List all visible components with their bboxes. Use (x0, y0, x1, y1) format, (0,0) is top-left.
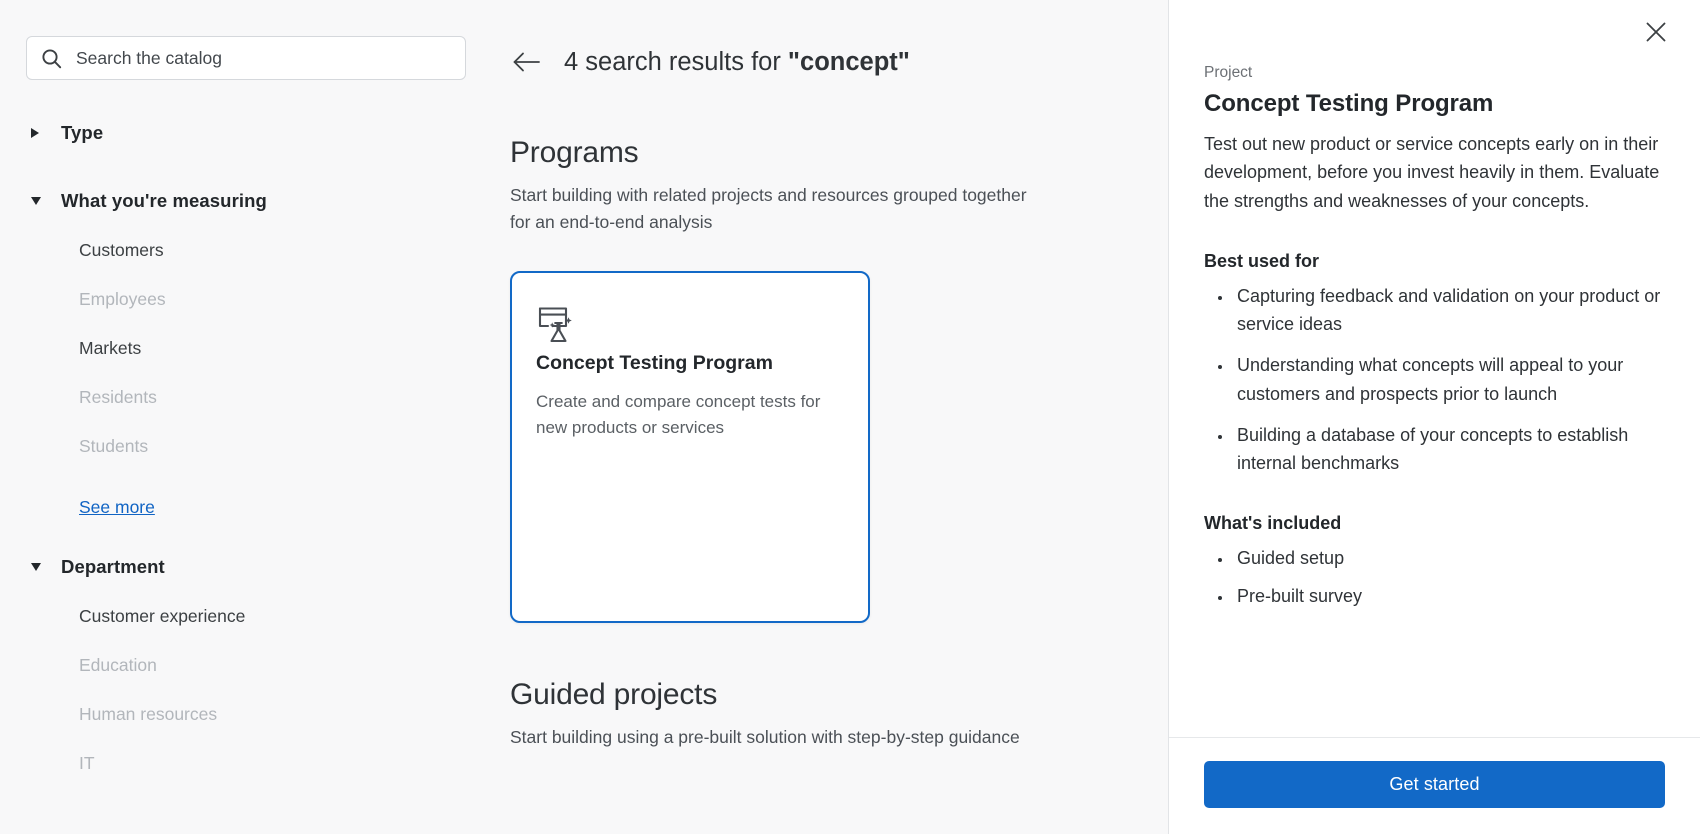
panel-best-used-for-heading: Best used for (1204, 250, 1320, 271)
facet-title-type: Type (61, 122, 104, 143)
caret-down-icon (31, 563, 53, 571)
search-icon (41, 48, 62, 69)
results-title-text: 4 search results for (564, 47, 788, 76)
search-input[interactable] (76, 47, 451, 69)
facet-header-type[interactable]: Type (26, 118, 456, 148)
facet-title-what-youre-measuring: What you're measuring (61, 190, 267, 211)
panel-title: Concept Testing Program (1204, 90, 1494, 117)
facet-header-what-youre-measuring[interactable]: What you're measuring (26, 186, 456, 216)
list-item: Guided setup (1233, 544, 1666, 572)
facet-option-human-resources[interactable]: Human resources (26, 690, 456, 739)
section-title-programs: Programs (510, 136, 639, 169)
facet-option-markets[interactable]: Markets (26, 324, 456, 373)
get-started-button[interactable]: Get started (1204, 761, 1665, 808)
facet-options-what-youre-measuring: Customers Employees Markets Residents St… (26, 226, 456, 471)
list-item: Capturing feedback and validation on you… (1233, 282, 1666, 339)
filters-sidebar: Type What you're measuring Customers Emp… (0, 0, 482, 834)
list-item: Building a database of your concepts to … (1233, 421, 1666, 478)
search-results-main: 4 search results for "concept" Programs … (482, 0, 1168, 834)
facet-option-it[interactable]: IT (26, 739, 456, 788)
arrow-left-icon[interactable] (510, 45, 544, 79)
program-card-title: Concept Testing Program (536, 351, 773, 374)
caret-right-icon (31, 128, 53, 138)
panel-included-heading: What's included (1204, 513, 1342, 534)
list-item: Understanding what concepts will appeal … (1233, 351, 1666, 408)
section-title-guided-projects: Guided projects (510, 677, 718, 711)
facet-option-students[interactable]: Students (26, 422, 456, 471)
caret-down-icon (31, 197, 53, 205)
program-card-concept-testing-program[interactable]: Concept Testing Program Create and compa… (510, 270, 870, 623)
facet-list: Type What you're measuring Customers Emp… (26, 118, 456, 788)
section-subtitle-programs: Start building with related projects and… (510, 185, 1027, 233)
panel-description: Test out new product or service concepts… (1204, 134, 1660, 211)
facet-option-employees[interactable]: Employees (26, 275, 456, 324)
catalog-page: Type What you're measuring Customers Emp… (0, 0, 1700, 834)
section-subtitle-guided-projects: Start building using a pre-built solutio… (510, 726, 1020, 747)
details-panel: Project Concept Testing Program Test out… (1168, 0, 1700, 834)
program-card-description: Create and compare concept tests for new… (536, 391, 821, 438)
facet-option-customers[interactable]: Customers (26, 226, 456, 275)
facet-header-department[interactable]: Department (26, 552, 456, 582)
see-more-link[interactable]: See more (79, 497, 155, 518)
search-box[interactable] (26, 36, 466, 80)
panel-footer: Get started (1169, 737, 1700, 834)
facet-option-customer-experience[interactable]: Customer experience (26, 592, 456, 641)
panel-body: Project Concept Testing Program Test out… (1169, 64, 1700, 737)
panel-best-used-for-list: Capturing feedback and validation on you… (1204, 282, 1666, 478)
concept-test-flask-icon (536, 307, 582, 351)
facet-options-department: Customer experience Education Human reso… (26, 592, 456, 788)
panel-included-list: Guided setup Pre-built survey (1204, 544, 1666, 610)
results-query: "concept" (787, 47, 910, 76)
section-programs: Programs Start building with related pro… (482, 136, 1168, 237)
facet-option-residents[interactable]: Residents (26, 373, 456, 422)
close-icon[interactable] (1640, 16, 1672, 48)
panel-eyebrow: Project (1204, 64, 1253, 81)
results-header: 4 search results for "concept" (482, 40, 1168, 84)
programs-card-grid: Concept Testing Program Create and compa… (482, 270, 1168, 623)
facet-title-department: Department (61, 556, 165, 577)
section-guided-projects: Guided projects Start building using a p… (482, 678, 1168, 751)
panel-header (1169, 0, 1700, 64)
facet-option-education[interactable]: Education (26, 641, 456, 690)
list-item: Pre-built survey (1233, 582, 1666, 610)
results-title: 4 search results for "concept" (564, 48, 910, 77)
